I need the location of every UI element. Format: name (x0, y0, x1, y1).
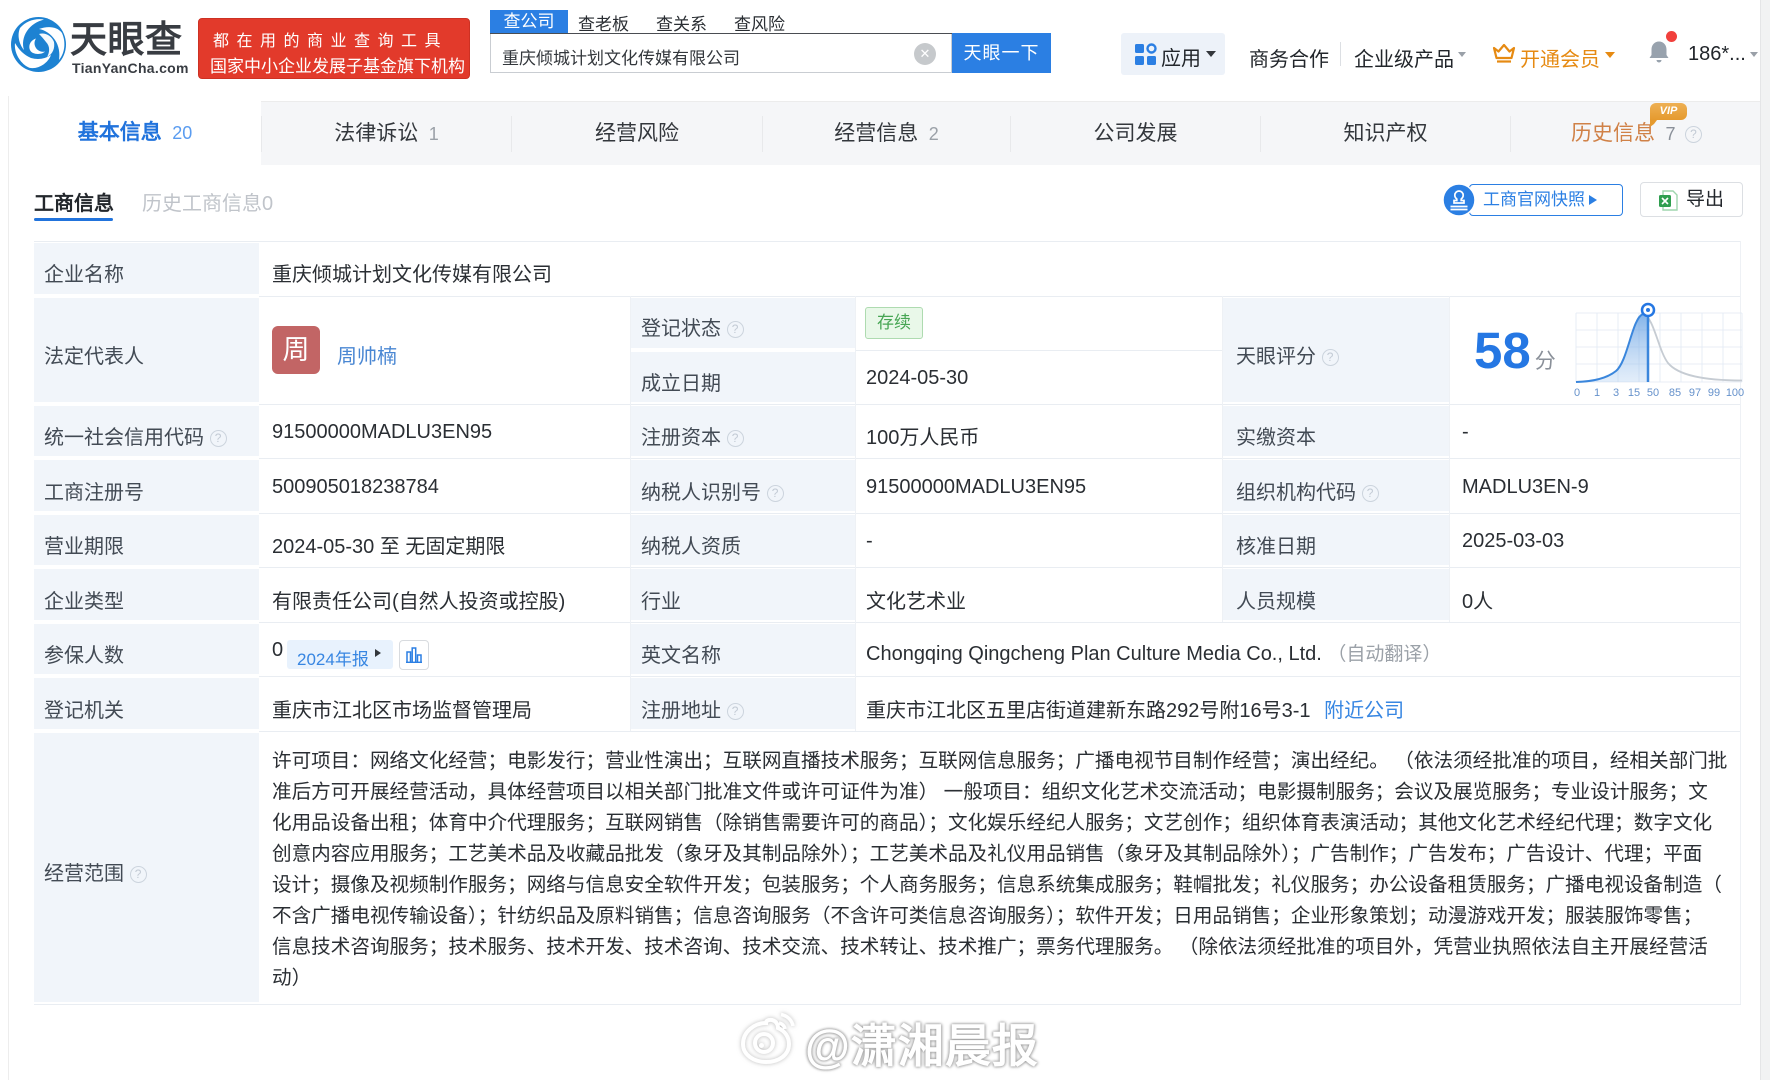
svg-text:50: 50 (1647, 387, 1659, 397)
svg-text:0: 0 (1574, 387, 1580, 397)
svg-text:100: 100 (1726, 387, 1744, 397)
svg-text:1: 1 (1594, 387, 1600, 397)
svg-text:97: 97 (1689, 387, 1701, 397)
svg-text:85: 85 (1669, 387, 1681, 397)
svg-text:15: 15 (1628, 387, 1640, 397)
svg-text:3: 3 (1613, 387, 1619, 397)
svg-text:99: 99 (1708, 387, 1720, 397)
